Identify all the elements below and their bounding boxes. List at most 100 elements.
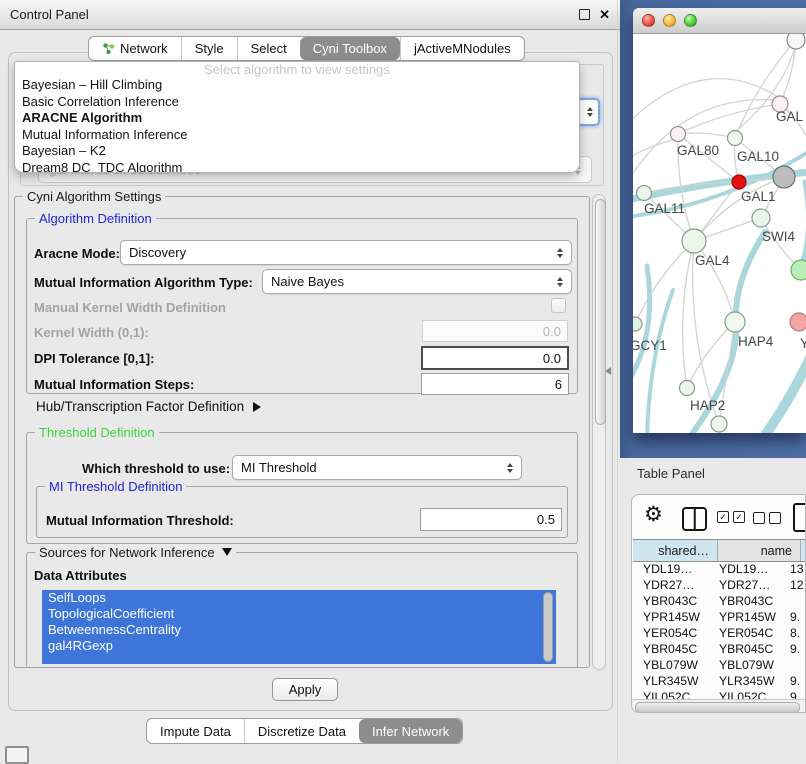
- gear-icon[interactable]: ⚙: [644, 503, 663, 527]
- attribute-item-selfloops[interactable]: SelfLoops: [42, 590, 556, 606]
- table-cell: 9.: [783, 674, 806, 688]
- network-window-titlebar[interactable]: [633, 8, 806, 34]
- attribute-item-topologicalcoefficient[interactable]: TopologicalCoefficient: [42, 606, 556, 622]
- table-body: YDL19…YDL19…13YDR27…YDR27…12YBR043CYBR04…: [633, 561, 806, 700]
- float-window-icon[interactable]: [579, 9, 590, 20]
- close-icon[interactable]: ✕: [599, 7, 610, 23]
- tab-discretize-data[interactable]: Discretize Data: [244, 719, 359, 743]
- dpi-tolerance-field[interactable]: 0.0: [421, 346, 569, 370]
- network-edge: [633, 138, 678, 162]
- mi-algorithm-type-select[interactable]: Naive Bayes: [262, 269, 572, 294]
- network-edge: [633, 79, 780, 124]
- node-gal10[interactable]: [728, 131, 743, 146]
- algorithm-dropdown[interactable]: Select algorithm to view settings Bayesi…: [14, 61, 580, 173]
- algorithm-option-aracne-algorithm[interactable]: ARACNE Algorithm: [15, 110, 579, 127]
- close-traffic-light-icon[interactable]: [642, 14, 655, 27]
- settings-scrollbar-thumb[interactable]: [595, 199, 606, 425]
- tab-cyni-toolbox[interactable]: Cyni Toolbox: [300, 37, 400, 60]
- minimize-traffic-light-icon[interactable]: [663, 14, 676, 27]
- node-gal4[interactable]: [682, 229, 706, 253]
- table-row[interactable]: YER054CYER054C8.: [633, 625, 806, 641]
- table-cell: 12: [783, 578, 806, 592]
- control-panel-tabbar: NetworkStyleSelectCyni ToolboxjActiveMNo…: [88, 36, 525, 61]
- node-label-gal1: GAL1: [741, 189, 776, 204]
- network-canvas[interactable]: GALGAL80GAL10GAL1GAL11SWI4GAL4GCY1HAP4YH…: [633, 34, 806, 433]
- settings-scrollbar[interactable]: [592, 194, 606, 670]
- tab-style[interactable]: Style: [181, 37, 237, 60]
- hub-definition-label: Hub/Transcription Factor Definition: [36, 399, 244, 414]
- tab-select[interactable]: Select: [237, 37, 300, 60]
- split-columns-icon[interactable]: [682, 507, 707, 531]
- network-edge: [678, 104, 780, 134]
- sources-title[interactable]: Sources for Network Inference: [35, 545, 236, 560]
- table-horizontal-scrollbar[interactable]: [632, 699, 806, 713]
- table-row[interactable]: YBL079WYBL079W: [633, 657, 806, 673]
- node-gray[interactable]: [773, 166, 795, 188]
- manual-kernel-width-label: Manual Kernel Width Definition: [34, 300, 226, 315]
- algorithm-option-mutual-information-inference[interactable]: Mutual Information Inference: [15, 127, 579, 144]
- hub-definition-toggle[interactable]: Hub/Transcription Factor Definition: [36, 399, 261, 414]
- tab-infer-network[interactable]: Infer Network: [359, 719, 462, 743]
- table-row[interactable]: YDR27…YDR27…12: [633, 577, 806, 593]
- check-all-icon[interactable]: ✓✓: [717, 511, 745, 523]
- network-view-window[interactable]: GALGAL80GAL10GAL1GAL11SWI4GAL4GCY1HAP4YH…: [633, 8, 806, 433]
- mi-steps-field[interactable]: 6: [421, 373, 569, 395]
- tab-label: Infer Network: [372, 724, 449, 739]
- column-header-shared[interactable]: shared…: [633, 540, 718, 561]
- column-header-name[interactable]: name: [718, 540, 801, 561]
- aracne-mode-select[interactable]: Discovery: [120, 240, 572, 265]
- node-gal11[interactable]: [637, 186, 652, 201]
- uncheck-all-icon[interactable]: [753, 512, 781, 524]
- aracne-mode-value: Discovery: [129, 245, 186, 260]
- partial-table-icon[interactable]: [793, 503, 806, 532]
- table-row[interactable]: YPR145WYPR145W9.: [633, 609, 806, 625]
- table-row[interactable]: YLR345WYLR345W9.: [633, 673, 806, 689]
- splitter-collapse-icon[interactable]: [605, 367, 611, 375]
- manual-kernel-width-checkbox[interactable]: [551, 298, 566, 313]
- table-row[interactable]: YBR045CYBR045C9.: [633, 641, 806, 657]
- node-green-right[interactable]: [791, 260, 806, 280]
- algorithm-option-dream8-dc-tdc-algorithm[interactable]: Dream8 DC_TDC Algorithm: [15, 160, 579, 174]
- attributes-scrollbar-thumb[interactable]: [543, 592, 553, 662]
- data-attributes-list[interactable]: SelfLoopsTopologicalCoefficientBetweenne…: [42, 590, 556, 664]
- table-header-row[interactable]: shared…name: [633, 539, 806, 562]
- node-gal80[interactable]: [671, 127, 686, 142]
- zoom-traffic-light-icon[interactable]: [684, 14, 697, 27]
- table-row[interactable]: YBR043CYBR043C: [633, 593, 806, 609]
- table-cell: YLR345W: [709, 674, 783, 688]
- node-gcy1[interactable]: [633, 317, 642, 331]
- minimized-panel-icon[interactable]: [5, 746, 29, 764]
- node-gal1[interactable]: [732, 175, 746, 189]
- algorithm-option-basic-correlation-inference[interactable]: Basic Correlation Inference: [15, 94, 579, 111]
- node-hap4[interactable]: [725, 312, 745, 332]
- node-partial-top[interactable]: [787, 34, 805, 49]
- column-header-clipped[interactable]: [801, 540, 806, 561]
- node-label-swi4: SWI4: [762, 229, 795, 244]
- table-cell: YBR045C: [633, 642, 709, 656]
- which-threshold-value: MI Threshold: [241, 460, 317, 475]
- node-bottom[interactable]: [711, 416, 727, 432]
- algorithm-option-bayesian-k2[interactable]: Bayesian – K2: [15, 143, 579, 160]
- apply-button[interactable]: Apply: [272, 678, 338, 701]
- table-row[interactable]: YDL19…YDL19…13: [633, 561, 806, 577]
- attribute-item-gal4rgexp[interactable]: gal4RGexp: [42, 638, 556, 654]
- sources-title-text: Sources for Network Inference: [39, 545, 215, 560]
- algorithm-option-bayesian-hill-climbing[interactable]: Bayesian – Hill Climbing: [15, 77, 579, 94]
- mi-threshold-field[interactable]: 0.5: [420, 508, 562, 531]
- tab-jactivemnodules[interactable]: jActiveMNodules: [400, 37, 524, 60]
- table-cell: 9.: [783, 642, 806, 656]
- table-cell: YPR145W: [633, 610, 709, 624]
- attribute-item-betweennesscentrality[interactable]: BetweennessCentrality: [42, 622, 556, 638]
- table-hscrollbar-thumb[interactable]: [635, 702, 800, 713]
- node-hap2[interactable]: [680, 381, 695, 396]
- tab-impute-data[interactable]: Impute Data: [147, 719, 244, 743]
- which-threshold-select[interactable]: MI Threshold: [232, 455, 522, 480]
- panel-divider: [617, 0, 618, 762]
- node-label-gal: GAL: [776, 109, 804, 124]
- dpi-tolerance-value: 0.0: [543, 351, 561, 366]
- table-cell: YDL19…: [633, 562, 709, 576]
- node-swi4[interactable]: [752, 209, 770, 227]
- node-label-gal10: GAL10: [737, 149, 779, 164]
- tab-network[interactable]: Network: [89, 37, 181, 60]
- node-y[interactable]: [790, 313, 806, 331]
